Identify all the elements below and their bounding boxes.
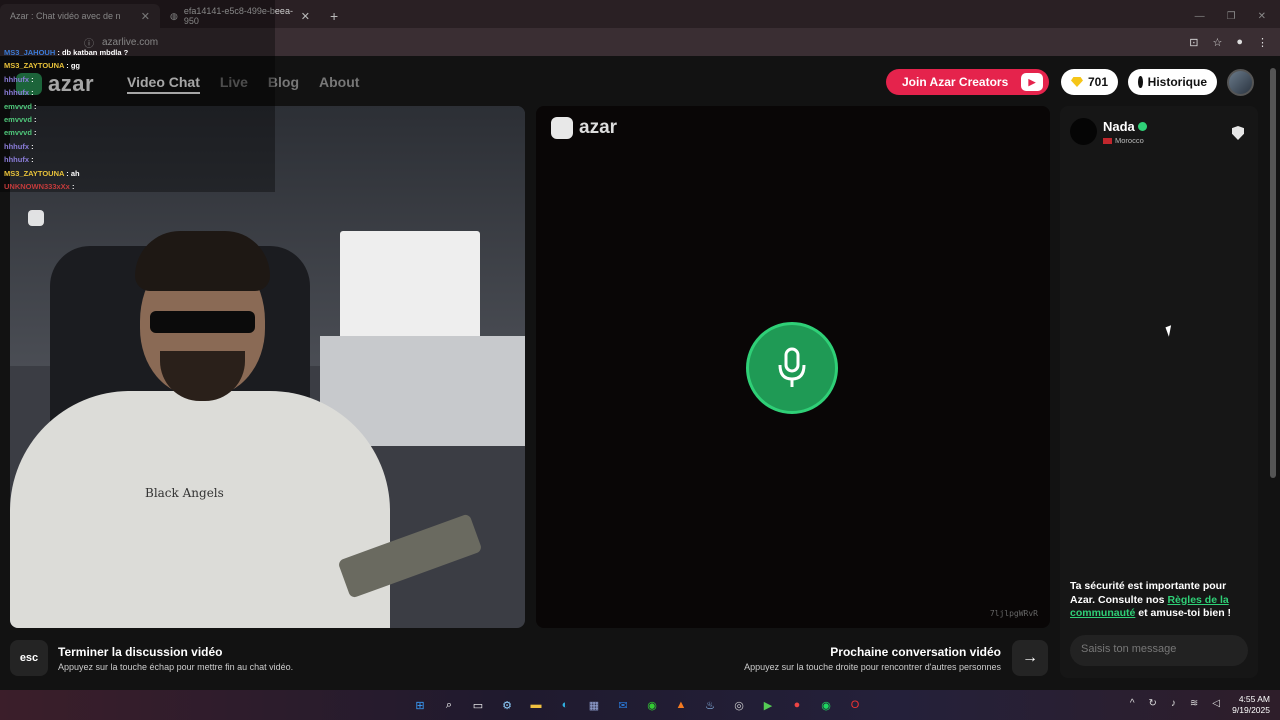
clock-date: 9/19/2025: [1232, 705, 1270, 715]
chevron-up-icon[interactable]: ^: [1130, 698, 1135, 709]
volume-icon[interactable]: ◁: [1212, 698, 1220, 709]
stream-chat-overlay: MS3_JAHOUH : db katban mbdla ? MS3_ZAYTO…: [0, 0, 275, 192]
next-chat-info: Prochaine conversation vidéo Appuyez sur…: [744, 645, 1001, 672]
steam-icon[interactable]: ♨: [700, 695, 720, 715]
end-chat-desc: Appuyez sur la touche échap pour mettre …: [58, 662, 294, 672]
logo-text: azar: [579, 117, 618, 138]
close-window-icon[interactable]: ✕: [1258, 11, 1266, 22]
chat-line: emvvvd :: [4, 128, 37, 138]
peer-name: Nada: [1103, 119, 1135, 134]
start-icon[interactable]: ⊞: [410, 695, 430, 715]
app-red-icon[interactable]: ●: [787, 695, 807, 715]
mic-tray-icon[interactable]: ♪: [1171, 698, 1176, 709]
end-chat-title: Terminer la discussion vidéo: [58, 645, 223, 659]
arrow-right-icon: →: [1022, 649, 1038, 666]
safety-notice: Ta sécurité est importante pour Azar. Co…: [1070, 580, 1232, 619]
chat-line: UNKNOWN333xXx :: [4, 182, 75, 192]
file-explorer-icon[interactable]: ▬: [526, 695, 546, 715]
user-avatar[interactable]: [1227, 69, 1254, 96]
chat-line: hhhufx :: [4, 141, 34, 151]
gem-count: 701: [1087, 75, 1108, 89]
profile-icon[interactable]: ●: [1236, 36, 1243, 49]
chat-line: hhhufx :: [4, 155, 34, 165]
join-label: Join Azar Creators: [902, 75, 1009, 89]
chat-line: MS3_ZAYTOUNA : gg: [4, 61, 80, 71]
wifi-icon[interactable]: ≋: [1190, 698, 1198, 709]
minimize-icon[interactable]: —: [1195, 11, 1205, 22]
chat-panel: Nada Morocco Ta sécurité est importante …: [1060, 106, 1258, 678]
esc-key-button[interactable]: esc: [10, 640, 48, 676]
edge-icon[interactable]: ◐: [555, 695, 575, 715]
person-hair: [135, 231, 270, 291]
chat-line: MS3_JAHOUH : db katban mbdla ?: [4, 48, 129, 57]
gems-button[interactable]: 701: [1061, 69, 1118, 95]
remote-azar-logo: azar: [551, 117, 617, 139]
gem-icon: [1071, 77, 1083, 87]
chat-line: emvvvd :: [4, 115, 37, 125]
search-icon[interactable]: ⌕: [439, 695, 459, 715]
spotify-icon[interactable]: ◉: [816, 695, 836, 715]
chrome-icon[interactable]: ◉: [642, 695, 662, 715]
address-bar-actions: ⊡ ☆ ● ⋮: [1189, 36, 1280, 49]
session-id: 7ljlpgWRvR: [989, 609, 1038, 618]
store-icon[interactable]: ▦: [584, 695, 604, 715]
person-shirt: [10, 391, 390, 628]
peer-info: Nada Morocco: [1070, 118, 1147, 145]
face-filter-icon[interactable]: [28, 210, 44, 226]
app-a-icon[interactable]: ▲: [671, 695, 691, 715]
azar-logo-icon: [551, 117, 573, 139]
sync-icon[interactable]: ↻: [1149, 698, 1157, 709]
task-view-icon[interactable]: ▭: [468, 695, 488, 715]
page-scrollbar[interactable]: [1270, 68, 1276, 478]
next-chat-desc: Appuyez sur la touche droite pour rencon…: [744, 662, 1001, 672]
shirt-print: Black Angels: [145, 486, 224, 500]
remote-video: azar 7ljlpgWRvR: [536, 106, 1050, 628]
history-button[interactable]: Historique: [1128, 69, 1217, 95]
app-play-icon[interactable]: ▶: [758, 695, 778, 715]
chat-line: emvvvd :: [4, 101, 37, 111]
opera-icon[interactable]: O: [845, 695, 865, 715]
maximize-icon[interactable]: ❐: [1227, 11, 1236, 22]
clock-icon: [1138, 76, 1143, 88]
menu-icon[interactable]: ⋮: [1257, 36, 1268, 49]
window-controls: — ❐ ✕: [1181, 11, 1280, 28]
obs-icon[interactable]: ◎: [729, 695, 749, 715]
bookmark-star-icon[interactable]: ☆: [1212, 36, 1222, 49]
next-chat-title: Prochaine conversation vidéo: [830, 645, 1001, 659]
join-creators-button[interactable]: Join Azar Creators ▶: [886, 69, 1049, 95]
microphone-icon: [778, 347, 806, 387]
outlook-icon[interactable]: ✉: [613, 695, 633, 715]
end-chat-info: Terminer la discussion vidéo Appuyez sur…: [58, 645, 293, 672]
chat-line: MS3_ZAYTOUNA : ah: [4, 168, 80, 178]
sunglasses: [150, 311, 255, 333]
peer-avatar[interactable]: [1070, 118, 1097, 145]
report-shield-icon[interactable]: [1232, 126, 1244, 140]
taskbar-apps: ⊞ ⌕ ▭ ⚙ ▬ ◐ ▦ ✉ ◉ ▲ ♨ ◎ ▶ ● ◉ O: [410, 695, 865, 715]
message-input[interactable]: Saisis ton message: [1070, 635, 1248, 666]
new-tab-icon[interactable]: +: [320, 8, 348, 28]
chat-line: hhhufx :: [4, 74, 34, 84]
history-label: Historique: [1147, 75, 1207, 89]
close-tab-icon[interactable]: ✕: [301, 10, 310, 23]
chat-line: hhhufx :: [4, 88, 34, 98]
settings-gear-icon[interactable]: ⚙: [497, 695, 517, 715]
verified-icon: [1137, 122, 1147, 131]
taskbar-clock[interactable]: 4:55 AM 9/19/2025: [1232, 694, 1270, 716]
install-icon[interactable]: ⊡: [1189, 36, 1198, 49]
next-chat-button[interactable]: →: [1012, 640, 1048, 676]
background-monitor: [340, 231, 480, 341]
morocco-flag-icon: [1103, 137, 1112, 144]
clock-time: 4:55 AM: [1238, 694, 1270, 704]
youtube-play-icon: ▶: [1021, 73, 1043, 91]
microphone-button[interactable]: [746, 322, 838, 414]
system-tray: ^ ↻ ♪ ≋ ◁: [1130, 698, 1220, 709]
windows-taskbar: ⊞ ⌕ ▭ ⚙ ▬ ◐ ▦ ✉ ◉ ▲ ♨ ◎ ▶ ● ◉ O ^ ↻ ♪ ≋ …: [0, 690, 1280, 720]
nav-about[interactable]: About: [319, 74, 359, 94]
peer-country: Morocco: [1115, 136, 1144, 145]
